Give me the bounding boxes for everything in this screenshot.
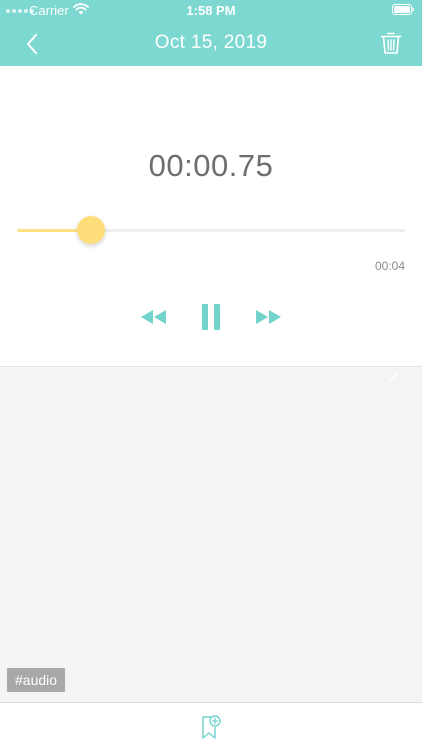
audio-player: 00:00.75 00:04 [0,66,422,367]
tag-chip[interactable]: #audio [7,668,66,692]
page-title: Oct 15, 2019 [154,32,268,53]
trash-icon [380,32,402,54]
status-bar: Carrier 1:58 PM [0,0,422,22]
total-duration: 00:04 [374,259,405,273]
bottom-toolbar [0,702,422,750]
elapsed-time: 00:00.75 [148,148,274,183]
playback-controls [0,302,422,332]
playback-slider[interactable] [17,216,405,246]
bookmark-add-icon [202,715,221,739]
navigation-bar: Oct 15, 2019 [0,22,422,66]
add-bookmark-button[interactable] [199,713,223,741]
pause-button[interactable] [200,302,222,332]
rewind-icon [141,310,166,324]
recording-detail-screen: Carrier 1:58 PM Oct 15, 2019 00:00.75 00… [0,0,422,750]
pause-icon [202,304,220,330]
fast-forward-icon [256,310,281,324]
battery-icon [392,4,414,15]
notes-area[interactable]: #audio [0,367,422,702]
status-time: 1:58 PM [186,3,236,18]
fast-forward-button[interactable] [254,302,282,332]
pencil-icon [387,372,399,384]
rewind-button[interactable] [140,302,168,332]
header: Carrier 1:58 PM Oct 15, 2019 [0,0,422,66]
delete-button[interactable] [378,29,404,57]
slider-thumb[interactable] [76,216,105,244]
